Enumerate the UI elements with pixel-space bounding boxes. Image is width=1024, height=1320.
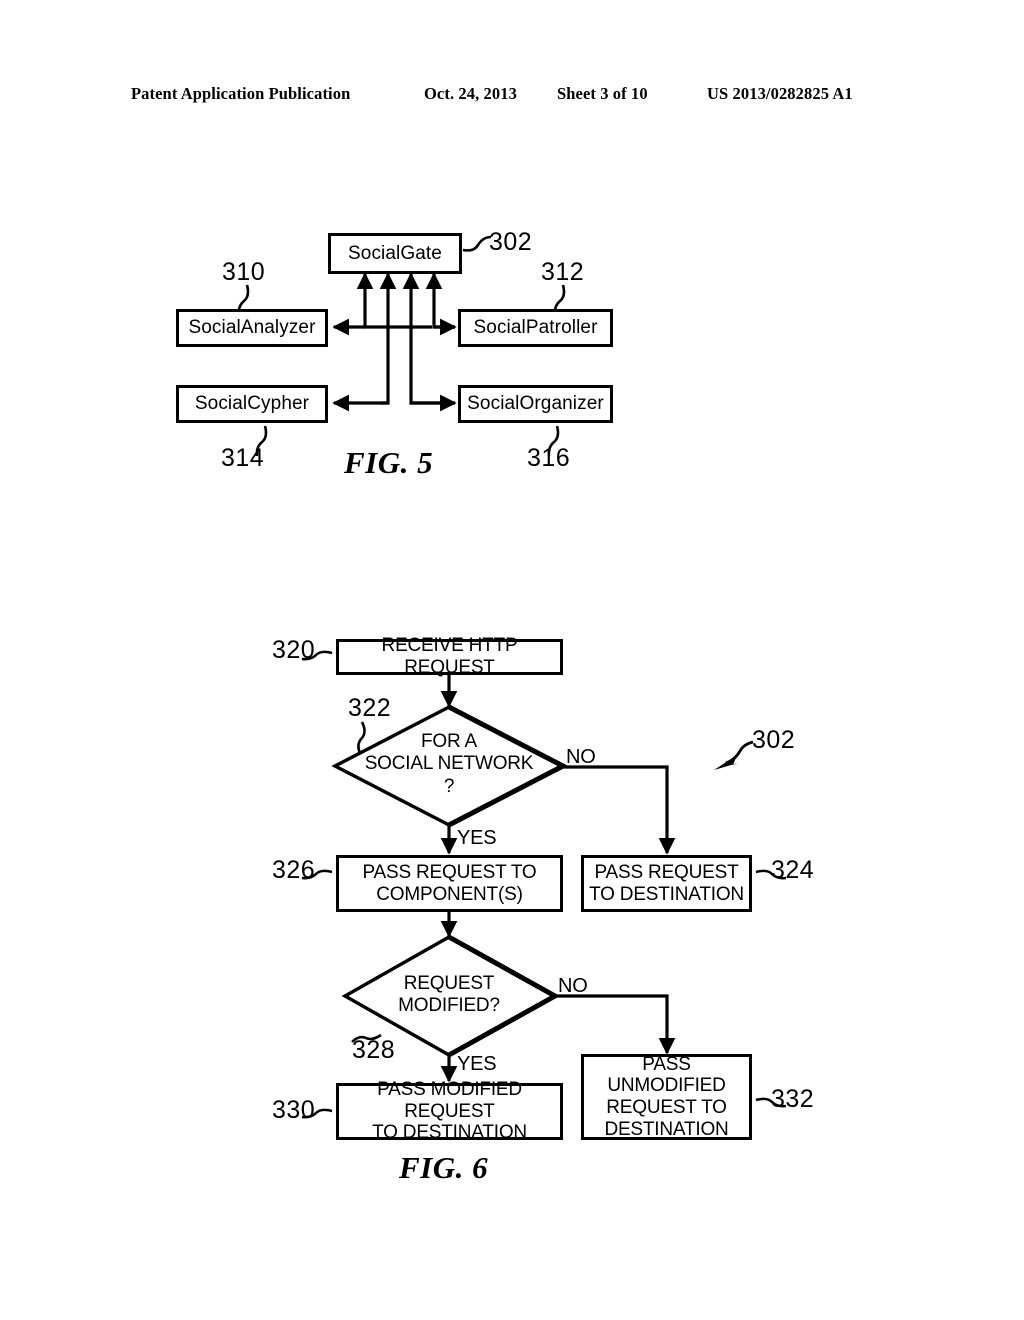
fig5-node-socialorganizer: SocialOrganizer (458, 385, 613, 423)
fig6-refnum-330: 330 (272, 1096, 316, 1124)
header-date: Oct. 24, 2013 (424, 84, 517, 103)
fig5-refnum-302: 302 (489, 228, 533, 256)
fig6-node-receive-http-request: RECEIVE HTTP REQUEST (336, 635, 563, 678)
fig6-callout-arrowhead (714, 755, 738, 770)
header-patent-number: US 2013/0282825 A1 (707, 84, 853, 103)
header-publication: Patent Application Publication (131, 84, 351, 103)
fig6-edge-label-322-no: NO (566, 746, 596, 768)
fig6-node-label: PASS REQUEST TO COMPONENT(S) (362, 861, 537, 905)
fig5-node-socialgate: SocialGate (328, 233, 462, 274)
fig5-node-label: SocialAnalyzer (188, 317, 316, 339)
fig6-refnum-332: 332 (771, 1085, 815, 1113)
fig6-node-label: RECEIVE HTTP REQUEST (381, 635, 518, 678)
fig6-refnum-326: 326 (272, 856, 316, 884)
fig6-decision-328-label: REQUEST MODIFIED? (398, 973, 500, 1017)
fig6-refnum-322: 322 (348, 694, 392, 722)
fig6-edge-label-328-yes: YES (457, 1053, 497, 1075)
fig6-refnum-324: 324 (771, 856, 815, 884)
fig6-refnum-320: 320 (272, 636, 316, 664)
fig6-edge-label-322-yes: YES (457, 827, 497, 849)
fig5-refnum-312: 312 (541, 258, 585, 286)
fig6-node-pass-modified-request: PASS MODIFIED REQUEST TO DESTINATION (336, 1079, 563, 1143)
fig5-caption: FIG. 5 (344, 445, 434, 480)
fig5-node-socialcypher: SocialCypher (176, 385, 328, 423)
fig6-refnum-328: 328 (352, 1036, 396, 1064)
fig5-node-label: SocialGate (348, 242, 442, 264)
fig5-refnum-316: 316 (527, 444, 571, 472)
fig6-node-label: PASS REQUEST TO DESTINATION (589, 861, 744, 905)
fig5-node-label: SocialPatroller (473, 317, 598, 339)
fig5-node-socialanalyzer: SocialAnalyzer (176, 309, 328, 347)
fig6-refnum-302: 302 (752, 726, 796, 754)
fig5-node-socialpatroller: SocialPatroller (458, 309, 613, 347)
fig5-node-label: SocialCypher (194, 393, 310, 415)
fig5-node-label: SocialOrganizer (467, 393, 604, 415)
fig6-node-label: PASS UNMODIFIED REQUEST TO DESTINATION (604, 1053, 729, 1140)
fig6-node-pass-request-to-components: PASS REQUEST TO COMPONENT(S) (336, 855, 563, 912)
header-sheet: Sheet 3 of 10 (557, 84, 648, 103)
fig6-node-label: PASS MODIFIED REQUEST TO DESTINATION (372, 1079, 527, 1144)
fig6-caption: FIG. 6 (399, 1150, 489, 1185)
fig5-refnum-314: 314 (221, 444, 265, 472)
fig6-node-pass-request-to-destination: PASS REQUEST TO DESTINATION (581, 855, 752, 912)
fig6-edge-label-328-no: NO (558, 975, 588, 997)
page-header: Patent Application Publication Oct. 24, … (0, 84, 1024, 110)
fig6-node-pass-unmodified-request: PASS UNMODIFIED REQUEST TO DESTINATION (581, 1054, 752, 1140)
fig6-decision-322-label: FOR A SOCIAL NETWORK ? (364, 731, 534, 797)
fig5-refnum-310: 310 (222, 258, 266, 286)
